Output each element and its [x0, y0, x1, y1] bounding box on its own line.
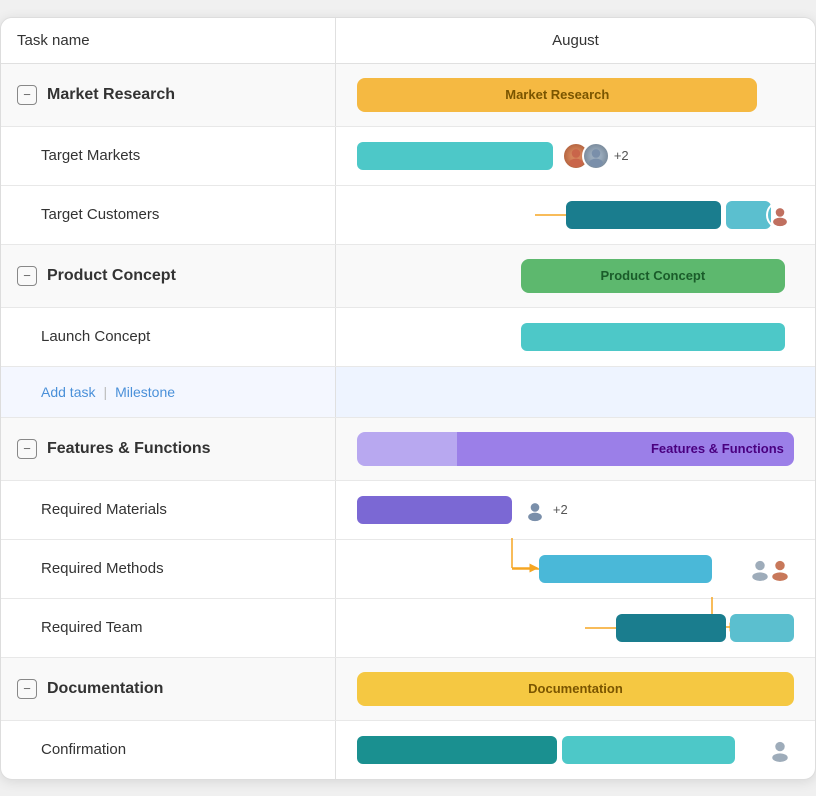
row-required-methods: Required Methods: [1, 540, 815, 599]
bar-required-team: [616, 614, 725, 642]
bar-features-functions-light: [357, 432, 457, 466]
avatar-conf-1: [766, 736, 794, 764]
chart-cell-features-functions: Features & Functions: [336, 418, 815, 480]
task-name-product-concept: Product Concept: [47, 267, 176, 285]
chart-cell-required-materials: +2: [336, 481, 815, 539]
task-name-required-materials: Required Materials: [41, 501, 167, 518]
month-header: August: [336, 18, 815, 63]
task-name-target-customers: Target Customers: [41, 206, 159, 223]
avatar-count-target-markets: +2: [614, 148, 629, 163]
expand-icon-market-research[interactable]: −: [17, 85, 37, 105]
avatar-2: [582, 142, 610, 170]
task-name-features-functions: Features & Functions: [47, 440, 211, 458]
avatar-group-required-methods: [746, 555, 794, 583]
avatar-group-required-materials: +2: [521, 496, 568, 524]
task-name-required-team: Required Team: [41, 619, 142, 636]
chart-cell-target-customers: [336, 186, 815, 244]
row-required-team: Required Team: [1, 599, 815, 658]
chart-cell-product-concept: Product Concept: [336, 245, 815, 307]
bar-target-markets: [357, 142, 553, 170]
task-name-documentation: Documentation: [47, 680, 163, 698]
row-features-functions: − Features & Functions Features & Functi…: [1, 418, 815, 481]
chart-cell-market-research: Market Research: [336, 64, 815, 126]
row-target-customers: Target Customers: [1, 186, 815, 245]
task-cell-features-functions: − Features & Functions: [1, 418, 336, 480]
task-name-target-markets: Target Markets: [41, 147, 140, 164]
bar-features-functions: Features & Functions: [457, 432, 794, 466]
avatar-3: [766, 201, 794, 229]
task-cell-launch-concept: Launch Concept: [1, 308, 336, 366]
divider: |: [103, 384, 107, 400]
bar-product-concept: Product Concept: [521, 259, 785, 293]
row-product-concept: − Product Concept Product Concept: [1, 245, 815, 308]
bar-required-materials: [357, 496, 512, 524]
avatar-meth-2: [766, 555, 794, 583]
avatar-count-required-materials: +2: [553, 502, 568, 517]
row-add-task: Add task | Milestone: [1, 367, 815, 418]
bar-required-team-suffix: [730, 614, 794, 642]
row-market-research: − Market Research Market Research: [1, 64, 815, 127]
bar-launch-concept: [521, 323, 785, 351]
gantt-header: Task name August: [1, 18, 815, 64]
expand-icon-features-functions[interactable]: −: [17, 439, 37, 459]
bar-market-research: Market Research: [357, 78, 757, 112]
row-target-markets: Target Markets +2: [1, 127, 815, 186]
task-cell-product-concept: − Product Concept: [1, 245, 336, 307]
gantt-chart: Task name August − Market Research Marke…: [0, 17, 816, 780]
task-cell-market-research: − Market Research: [1, 64, 336, 126]
add-task-links: Add task | Milestone: [41, 384, 175, 400]
milestone-link[interactable]: Milestone: [115, 384, 175, 400]
row-required-materials: Required Materials +2: [1, 481, 815, 540]
task-cell-required-team: Required Team: [1, 599, 336, 657]
row-documentation: − Documentation Documentation: [1, 658, 815, 721]
bar-target-customers: [566, 201, 721, 229]
task-cell-confirmation: Confirmation: [1, 721, 336, 779]
expand-icon-documentation[interactable]: −: [17, 679, 37, 699]
chart-cell-documentation: Documentation: [336, 658, 815, 720]
chart-cell-confirmation: [336, 721, 815, 779]
add-task-link[interactable]: Add task: [41, 384, 95, 400]
chart-cell-required-team: [336, 599, 815, 657]
chart-cell-target-markets: +2: [336, 127, 815, 185]
task-cell-add-task: Add task | Milestone: [1, 367, 336, 417]
avatar-group-confirmation: [766, 736, 794, 764]
task-name-market-research: Market Research: [47, 86, 175, 104]
task-cell-target-customers: Target Customers: [1, 186, 336, 244]
bar-required-methods: [539, 555, 712, 583]
task-name-confirmation: Confirmation: [41, 741, 126, 758]
bar-confirmation: [357, 736, 557, 764]
bar-target-customers-suffix: [726, 201, 772, 229]
avatar-mat-1: [521, 496, 549, 524]
row-confirmation: Confirmation: [1, 721, 815, 779]
task-cell-documentation: − Documentation: [1, 658, 336, 720]
task-cell-target-markets: Target Markets: [1, 127, 336, 185]
chart-cell-add-task: [336, 367, 815, 417]
task-cell-required-materials: Required Materials: [1, 481, 336, 539]
chart-cell-required-methods: [336, 540, 815, 598]
task-name-launch-concept: Launch Concept: [41, 328, 150, 345]
task-name-required-methods: Required Methods: [41, 560, 164, 577]
expand-icon-product-concept[interactable]: −: [17, 266, 37, 286]
bar-documentation: Documentation: [357, 672, 794, 706]
task-name-header: Task name: [1, 18, 336, 63]
bar-confirmation-suffix: [562, 736, 735, 764]
avatar-group-target-customers: [766, 201, 794, 229]
task-cell-required-methods: Required Methods: [1, 540, 336, 598]
chart-cell-launch-concept: [336, 308, 815, 366]
avatar-group-target-markets: +2: [562, 142, 629, 170]
row-launch-concept: Launch Concept: [1, 308, 815, 367]
